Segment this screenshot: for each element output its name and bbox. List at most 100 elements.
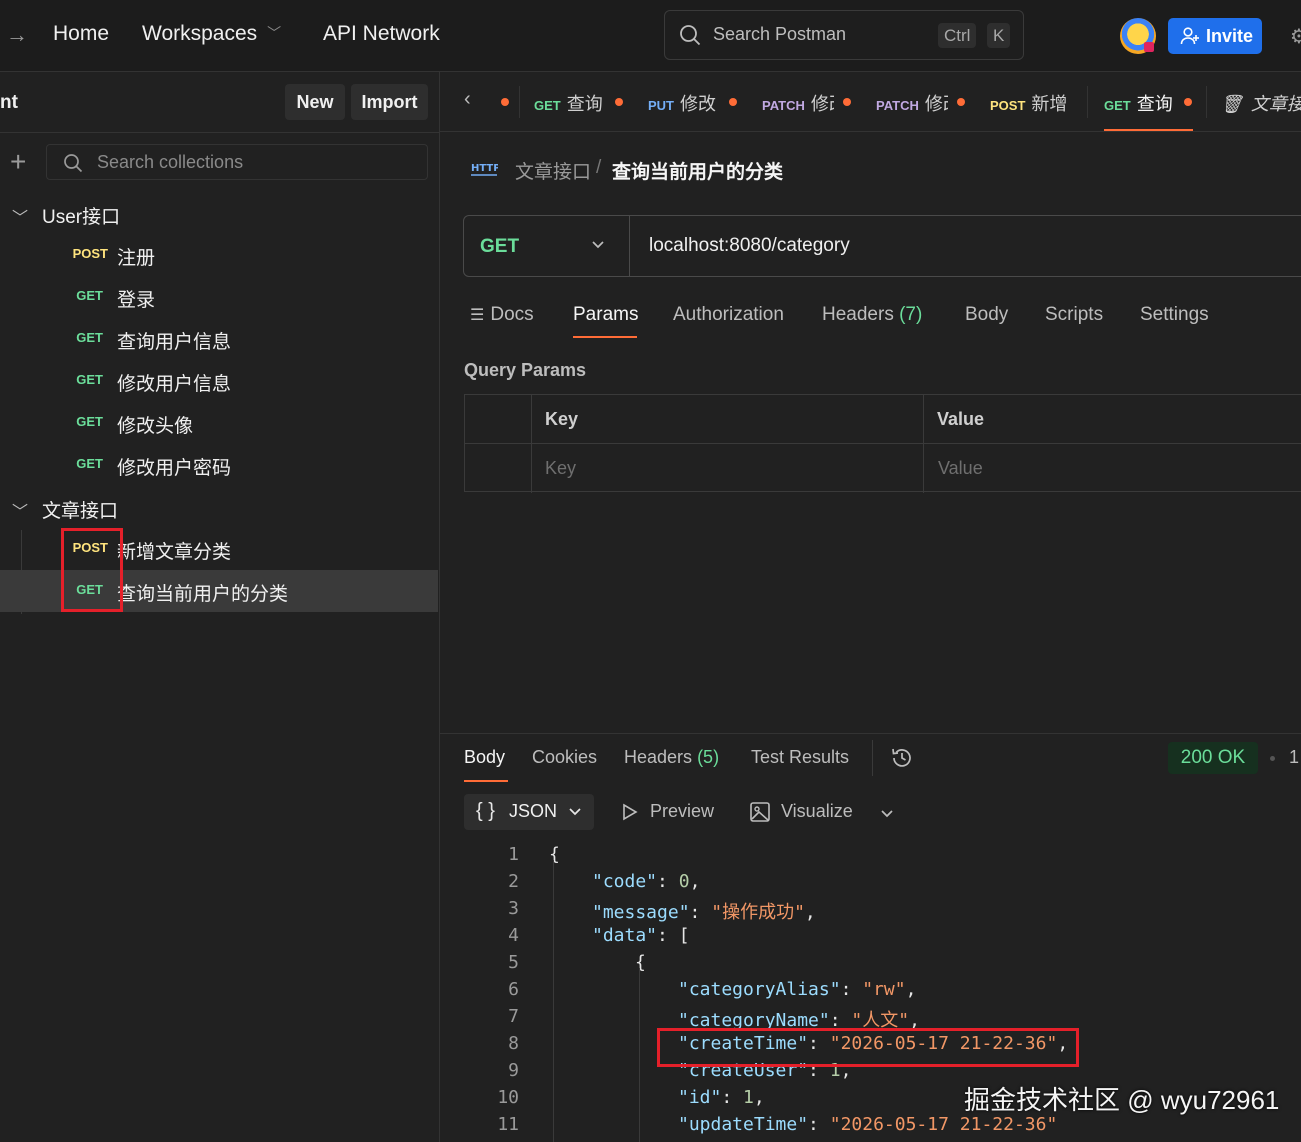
response-tab-body[interactable]: Body [464,747,505,768]
highlight-box [657,1028,1079,1067]
tab-label: 修改 [924,94,948,114]
search-icon [680,25,701,46]
tab-body[interactable]: Body [965,304,1008,326]
unsaved-dot [729,98,737,106]
search-collections-input[interactable]: Search collections [46,144,428,180]
preview-button[interactable]: Preview [650,801,714,822]
gear-icon[interactable]: ⚙ [1290,24,1301,49]
invite-label: Invite [1206,26,1254,46]
request-item[interactable]: GET 修改用户密码 [0,444,438,486]
divider [1087,86,1088,118]
column-header-key: Key [545,409,579,429]
request-tab[interactable]: POST 新增 [990,90,1070,116]
indent-guide [553,860,554,1142]
request-tab[interactable]: PATCH 修改 [762,90,834,116]
import-button[interactable]: Import [351,84,428,120]
format-select[interactable]: { } JSON [464,794,594,830]
tab-settings[interactable]: Settings [1140,304,1209,326]
avatar[interactable] [1120,18,1156,54]
method-badge: GET [1104,98,1131,113]
indent-guide [639,968,640,1142]
query-params-title: Query Params [464,360,587,380]
shortcut-ctrl: Ctrl [938,23,977,48]
status-badge[interactable]: 200 OK [1168,742,1258,774]
breadcrumb-separator: / [596,157,602,178]
request-tab-active[interactable]: GET 查询 [1104,90,1180,116]
request-tab[interactable]: PUT 修改 [648,90,720,116]
folder-user[interactable]: ﹀ User接口 [12,202,120,229]
workspaces-menu[interactable]: Workspaces ﹀ [142,22,281,46]
code-line: "data": [ [592,925,690,946]
line-number: 5 [508,952,519,973]
tab-authorization[interactable]: Authorization [673,304,784,326]
request-item[interactable]: GET 查询用户信息 [0,318,438,360]
request-item[interactable]: GET 修改用户信息 [0,360,438,402]
tab-label: 文章接 [1250,94,1301,114]
request-item[interactable]: POST 注册 [0,234,438,276]
format-label: JSON [509,801,558,821]
json-punctuation: : [657,871,679,892]
breadcrumb-parent[interactable]: 文章接口 [515,157,591,184]
collection-tab[interactable]: 🗑 文章接 [1220,90,1301,116]
request-item[interactable]: GET 登录 [0,276,438,318]
json-punctuation: : [721,1087,744,1108]
sidebar: nt New Import + Search collections ﹀ User… [0,72,440,1142]
line-number: 4 [508,925,519,946]
json-punctuation: { [635,952,646,973]
history-icon[interactable] [890,746,914,770]
code-line: { [549,844,560,865]
tab-label: 修改 [680,94,716,114]
line-number: 6 [508,979,519,1000]
request-label: 查询用户信息 [117,332,232,353]
invite-button[interactable]: Invite [1168,18,1262,54]
folder-article[interactable]: ﹀ 文章接口 [12,496,118,523]
tab-headers[interactable]: Headers (7) [822,304,922,326]
docs-icon: ☰ [470,307,485,324]
value-input[interactable]: Value [938,458,983,479]
api-network-link[interactable]: API Network [323,22,440,46]
key-input[interactable]: Key [545,458,576,479]
visualize-button[interactable]: Visualize [781,801,853,822]
headers-count: (5) [697,747,720,767]
line-number: 8 [508,1033,519,1054]
method-badge: PUT [648,98,674,113]
request-label: 登录 [117,290,156,311]
divider [923,395,924,493]
search-placeholder: Search Postman [713,24,847,44]
tab-docs[interactable]: ☰ Docs [470,304,534,326]
tab-scripts[interactable]: Scripts [1045,304,1103,326]
workspace-title: nt [0,92,18,113]
divider [1206,86,1207,118]
plus-icon[interactable]: + [10,148,26,176]
line-number: 11 [497,1114,519,1135]
response-tab-headers[interactable]: Headers (5) [624,747,719,768]
add-user-icon [1180,27,1199,45]
url-input[interactable]: localhost:8080/category [649,235,850,257]
response-tab-cookies[interactable]: Cookies [532,747,597,768]
line-number: 3 [508,898,519,919]
divider[interactable] [440,733,1301,734]
search-postman-input[interactable]: Search Postman Ctrl K [664,10,1024,60]
chevron-left-icon[interactable]: ‹ [464,88,471,111]
forward-arrow-icon[interactable]: → [6,22,28,48]
method-label: GET [480,236,520,257]
request-label: 修改用户信息 [117,374,232,395]
request-tab[interactable]: GET 查询 [534,90,606,116]
request-tab[interactable]: PATCH 修改 [876,90,948,116]
home-link[interactable]: Home [53,22,109,46]
tab-params[interactable]: Params [573,304,638,326]
line-number: 10 [497,1087,519,1108]
response-tab-test-results[interactable]: Test Results [751,747,849,768]
url-bar: GET localhost:8080/category [463,215,1301,277]
json-punctuation: , [804,902,816,923]
request-label: 修改用户密码 [117,458,232,479]
new-button[interactable]: New [285,84,345,120]
trash-icon: 🗑 [1220,94,1243,114]
unsaved-dot [1184,98,1192,106]
page-title[interactable]: 查询当前用户的分类 [612,157,783,184]
folder-label: User接口 [42,207,121,228]
request-item[interactable]: GET 修改头像 [0,402,438,444]
method-select[interactable]: GET [464,216,630,276]
chevron-down-icon[interactable] [880,806,894,820]
folder-label: 文章接口 [42,501,119,522]
